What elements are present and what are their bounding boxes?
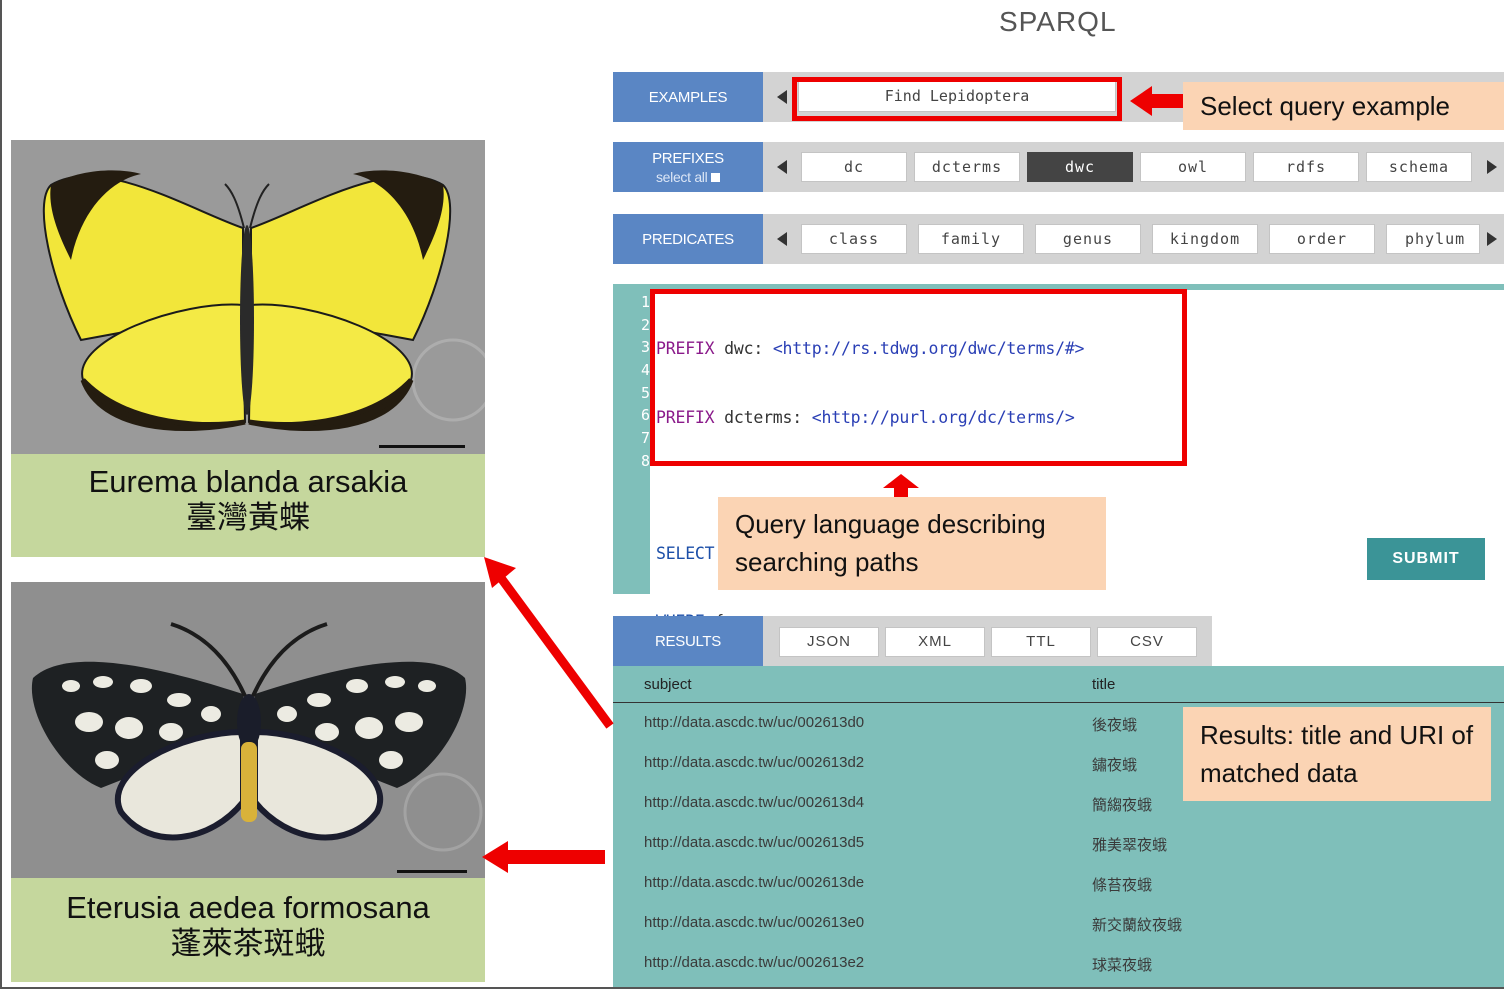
arrow-shaft <box>1150 94 1184 108</box>
subject-cell[interactable]: http://data.ascdc.tw/uc/002613d0 <box>644 714 864 731</box>
prefixes-label: PREFIXES select all <box>613 142 763 192</box>
specimen-card-moth: Eterusia aedea formosana 蓬萊茶斑蛾 <box>11 582 485 982</box>
prefixes-label-text: PREFIXES <box>652 149 724 167</box>
prefix-chip-dwc[interactable]: dwc <box>1027 152 1133 182</box>
specimen-caption-butterfly: Eurema blanda arsakia 臺灣黃蝶 <box>11 454 485 557</box>
title-cell: 後夜蛾 <box>1092 716 1138 734</box>
predicate-chip-phylum[interactable]: phylum <box>1386 224 1480 254</box>
column-header-title: title <box>1092 676 1116 693</box>
line-number: 8 <box>640 451 650 470</box>
line-number: 5 <box>640 383 650 402</box>
prefix-chip-rdfs[interactable]: rdfs <box>1253 152 1359 182</box>
subject-cell[interactable]: http://data.ascdc.tw/uc/002613d4 <box>644 794 864 811</box>
format-ttl-button[interactable]: TTL <box>991 627 1091 657</box>
prefix-chip-schema[interactable]: schema <box>1366 152 1472 182</box>
title-cell: 雅美翠夜蛾 <box>1092 836 1168 854</box>
examples-prev-arrow-icon[interactable] <box>777 90 787 104</box>
column-header-subject: subject <box>644 676 692 693</box>
checkbox-icon[interactable] <box>711 173 721 183</box>
results-label-text: RESULTS <box>655 632 721 650</box>
examples-label-text: EXAMPLES <box>648 88 728 106</box>
submit-button[interactable]: SUBMIT <box>1367 538 1485 580</box>
specimen-name-zh: 臺灣黃蝶 <box>186 500 310 535</box>
select-all-toggle[interactable]: select all <box>655 168 721 185</box>
line-number: 4 <box>640 361 650 380</box>
predicate-chip-order[interactable]: order <box>1269 224 1375 254</box>
format-json-button[interactable]: JSON <box>779 627 879 657</box>
specimen-caption-moth: Eterusia aedea formosana 蓬萊茶斑蛾 <box>11 878 485 982</box>
subject-cell[interactable]: http://data.ascdc.tw/uc/002613e2 <box>644 954 864 971</box>
subject-cell[interactable]: http://data.ascdc.tw/uc/002613d5 <box>644 834 864 851</box>
arrow-to-moth <box>504 850 605 864</box>
title-cell: 簡縐夜蛾 <box>1092 796 1153 814</box>
prefix-chip-dc[interactable]: dc <box>801 152 907 182</box>
callout-select-example: Select query example <box>1183 82 1504 130</box>
subject-cell[interactable]: http://data.ascdc.tw/uc/002613d2 <box>644 754 864 771</box>
callout-query-language: Query language describing searching path… <box>718 497 1106 590</box>
predicate-chip-family[interactable]: family <box>918 224 1024 254</box>
title-cell: 鏽夜蛾 <box>1092 756 1138 774</box>
format-xml-button[interactable]: XML <box>885 627 985 657</box>
line-number: 7 <box>640 429 650 448</box>
specimen-name: Eurema blanda arsakia <box>88 464 408 499</box>
prefixes-prev-arrow-icon[interactable] <box>777 160 787 174</box>
format-csv-button[interactable]: CSV <box>1097 627 1197 657</box>
moth-image <box>11 582 485 878</box>
subject-cell[interactable]: http://data.ascdc.tw/uc/002613e0 <box>644 914 864 931</box>
left-arrow-icon <box>1130 86 1152 116</box>
select-all-label: select all <box>655 168 708 185</box>
header-divider <box>613 702 1504 703</box>
predicates-next-arrow-icon[interactable] <box>1487 232 1497 246</box>
predicate-chip-class[interactable]: class <box>801 224 907 254</box>
query-highlight-box <box>650 289 1187 466</box>
butterfly-photo <box>11 140 485 454</box>
predicate-chip-genus[interactable]: genus <box>1035 224 1141 254</box>
subject-cell[interactable]: http://data.ascdc.tw/uc/002613de <box>644 874 864 891</box>
callout-results: Results: title and URI of matched data <box>1183 707 1491 801</box>
prefixes-row: PREFIXES select all dc dcterms dwc owl r… <box>613 142 1504 192</box>
results-tabs: RESULTS JSON XML TTL CSV <box>613 616 1212 666</box>
prefix-chip-owl[interactable]: owl <box>1140 152 1246 182</box>
predicates-row: PREDICATES class family genus kingdom or… <box>613 214 1504 264</box>
predicate-chip-kingdom[interactable]: kingdom <box>1152 224 1258 254</box>
page-title: SPARQL <box>999 6 1117 37</box>
title-cell: 新交蘭紋夜蛾 <box>1092 916 1183 934</box>
arrowhead-icon <box>484 557 516 588</box>
up-arrow-icon <box>883 474 919 488</box>
example-highlight-box <box>792 77 1122 121</box>
specimen-card-butterfly: Eurema blanda arsakia 臺灣黃蝶 <box>11 140 485 557</box>
line-number: 2 <box>640 315 650 334</box>
arrow-to-butterfly <box>497 575 614 729</box>
examples-label: EXAMPLES <box>613 72 763 122</box>
line-number: 1 <box>640 293 650 311</box>
predicates-label: PREDICATES <box>613 214 763 264</box>
arrowhead-icon <box>482 841 508 873</box>
title-cell: 球菜夜蛾 <box>1092 956 1153 974</box>
predicates-prev-arrow-icon[interactable] <box>777 232 787 246</box>
prefixes-next-arrow-icon[interactable] <box>1487 160 1497 174</box>
moth-photo <box>11 582 485 878</box>
prefix-chip-dcterms[interactable]: dcterms <box>914 152 1020 182</box>
title-cell: 條苔夜蛾 <box>1092 876 1153 894</box>
predicates-label-text: PREDICATES <box>642 230 734 248</box>
butterfly-image <box>11 140 485 454</box>
line-number: 3 <box>640 338 650 357</box>
line-number-gutter: 1 2 3 4 5 6 7 8 <box>636 293 650 475</box>
results-label: RESULTS <box>613 616 763 666</box>
line-number: 6 <box>640 406 650 425</box>
specimen-name: Eterusia aedea formosana <box>66 890 430 925</box>
specimen-name-zh: 蓬萊茶斑蛾 <box>170 926 326 961</box>
arrow-shaft <box>894 487 908 497</box>
